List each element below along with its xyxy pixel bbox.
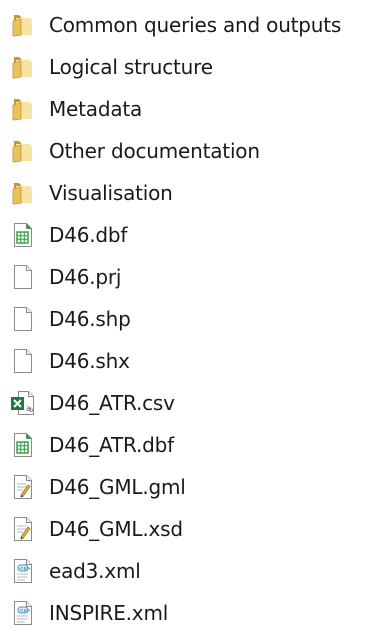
blank-file-icon [10, 264, 36, 290]
svg-text:<e>: <e> [19, 566, 30, 572]
file-name: Metadata [49, 97, 143, 121]
file-name: D46_ATR.dbf [49, 433, 174, 457]
folder-metadata[interactable]: Metadata [0, 88, 374, 130]
svg-text:<e>: <e> [19, 608, 30, 614]
file-d46-shx[interactable]: D46.shx [0, 340, 374, 382]
folder-icon [10, 180, 36, 206]
file-list: Common queries and outputs Logical struc… [0, 0, 374, 629]
text-document-icon [10, 474, 36, 500]
svg-text:b: b [30, 407, 34, 414]
spreadsheet-icon [10, 432, 36, 458]
text-document-icon [10, 516, 36, 542]
file-name: ead3.xml [49, 559, 141, 583]
file-d46-atr-csv[interactable]: ab D46_ATR.csv [0, 382, 374, 424]
folder-visualisation[interactable]: Visualisation [0, 172, 374, 214]
file-name: Common queries and outputs [49, 13, 342, 37]
excel-csv-icon: ab [10, 390, 36, 416]
xml-document-icon: <e> [10, 558, 36, 584]
folder-icon [10, 12, 36, 38]
folder-icon [10, 54, 36, 80]
file-d46-gml-xsd[interactable]: D46_GML.xsd [0, 508, 374, 550]
file-name: Logical structure [49, 55, 213, 79]
file-name: D46.dbf [49, 223, 128, 247]
file-name: D46.prj [49, 265, 122, 289]
file-name: D46_GML.gml [49, 475, 186, 499]
xml-document-icon: <e> [10, 600, 36, 626]
file-inspire-xml[interactable]: <e> INSPIRE.xml [0, 592, 374, 634]
folder-common-queries-and-outputs[interactable]: Common queries and outputs [0, 4, 374, 46]
file-name: D46_GML.xsd [49, 517, 183, 541]
file-ead3-xml[interactable]: <e> ead3.xml [0, 550, 374, 592]
folder-icon [10, 96, 36, 122]
folder-other-documentation[interactable]: Other documentation [0, 130, 374, 172]
spreadsheet-icon [10, 222, 36, 248]
blank-file-icon [10, 306, 36, 332]
folder-icon [10, 138, 36, 164]
file-d46-shp[interactable]: D46.shp [0, 298, 374, 340]
file-d46-atr-dbf[interactable]: D46_ATR.dbf [0, 424, 374, 466]
folder-logical-structure[interactable]: Logical structure [0, 46, 374, 88]
blank-file-icon [10, 348, 36, 374]
file-name: D46.shp [49, 307, 131, 331]
file-name: INSPIRE.xml [49, 601, 169, 625]
file-name: Other documentation [49, 139, 260, 163]
file-name: D46_ATR.csv [49, 391, 175, 415]
file-name: D46.shx [49, 349, 130, 373]
file-d46-prj[interactable]: D46.prj [0, 256, 374, 298]
file-d46-gml-gml[interactable]: D46_GML.gml [0, 466, 374, 508]
file-d46-dbf[interactable]: D46.dbf [0, 214, 374, 256]
file-name: Visualisation [49, 181, 173, 205]
